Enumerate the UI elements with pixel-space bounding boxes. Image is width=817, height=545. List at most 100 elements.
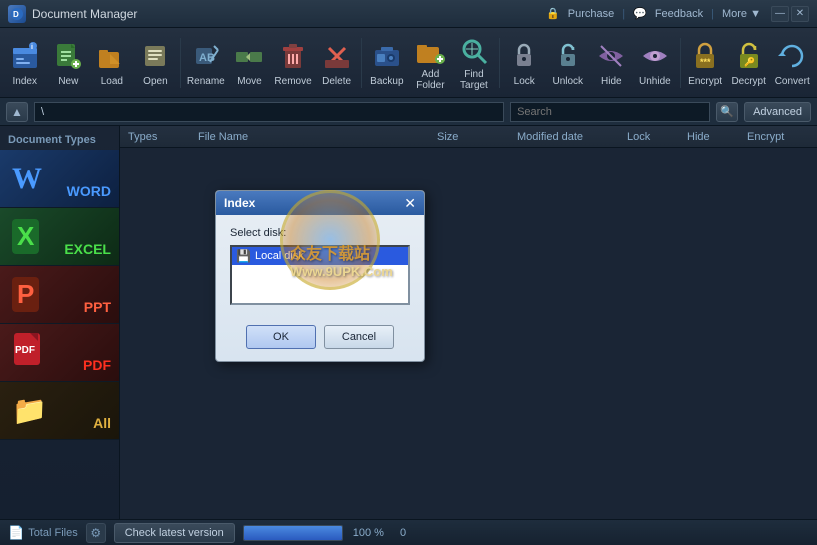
toolbar-unlock-button[interactable]: Unlock: [547, 31, 589, 95]
open-icon: [137, 38, 173, 74]
col-size: Size: [433, 131, 513, 143]
convert-label: Convert: [775, 76, 810, 87]
encrypt-icon: ***: [687, 38, 723, 74]
modal-title: Index: [224, 196, 255, 210]
load-icon: [94, 38, 130, 74]
move-label: Move: [237, 76, 261, 87]
move-icon: [231, 38, 267, 74]
disk-item-local[interactable]: 💾 Local disk: [232, 247, 408, 265]
modal-cancel-button[interactable]: Cancel: [324, 325, 394, 349]
toolbar-findtarget-button[interactable]: Find Target: [453, 31, 495, 95]
hide-icon: [593, 38, 629, 74]
sidebar-item-ppt[interactable]: P PPT: [0, 266, 119, 324]
remove-label: Remove: [274, 76, 311, 87]
unlock-icon: [550, 38, 586, 74]
modal-close-button[interactable]: ✕: [404, 196, 416, 210]
disk-listbox[interactable]: 💾 Local disk: [230, 245, 410, 305]
file-list-header: Types File Name Size Modified date Lock …: [120, 126, 817, 148]
decrypt-icon: 🔑: [731, 38, 767, 74]
svg-text:🔑: 🔑: [744, 56, 755, 68]
close-button[interactable]: ✕: [791, 6, 809, 22]
app-logo: D: [8, 5, 26, 23]
address-input[interactable]: [34, 102, 504, 122]
sidebar-item-pdf[interactable]: PDF PDF: [0, 324, 119, 382]
modal-buttons: OK Cancel: [216, 317, 424, 361]
sidebar-title: Document Types: [0, 126, 119, 150]
sidebar-item-word[interactable]: W WORD: [0, 150, 119, 208]
toolbar-encrypt-button[interactable]: *** Encrypt: [684, 31, 726, 95]
pdf-label: PDF: [83, 357, 111, 373]
purchase-link[interactable]: Purchase: [568, 8, 614, 20]
toolbar-addfolder-button[interactable]: Add Folder: [410, 31, 452, 95]
index-label: Index: [13, 76, 37, 87]
remove-icon: [275, 38, 311, 74]
drive-icon: 💾: [236, 249, 251, 263]
toolbar-load-button[interactable]: Load: [91, 31, 133, 95]
check-version-button[interactable]: Check latest version: [114, 523, 235, 543]
rename-icon: AB: [188, 38, 224, 74]
toolbar-delete-button[interactable]: Delete: [316, 31, 358, 95]
settings-button[interactable]: ⚙: [86, 523, 106, 543]
total-files-icon: 📄: [8, 525, 24, 541]
index-modal: Index ✕ Select disk: 💾 Local disk OK Can…: [215, 190, 425, 362]
toolbar-new-button[interactable]: New: [48, 31, 90, 95]
all-icon: 📁: [12, 394, 47, 427]
modal-body: Select disk: 💾 Local disk: [216, 215, 424, 317]
modal-ok-button[interactable]: OK: [246, 325, 316, 349]
progress-bar-fill: [244, 526, 342, 540]
disk-item-label: Local disk: [255, 250, 304, 262]
unlock-label: Unlock: [552, 76, 583, 87]
backup-icon: [369, 38, 405, 74]
toolbar-decrypt-button[interactable]: 🔑 Decrypt: [728, 31, 770, 95]
toolbar-remove-button[interactable]: Remove: [272, 31, 314, 95]
col-hide: Hide: [683, 131, 743, 143]
open-label: Open: [143, 76, 167, 87]
toolbar-rename-button[interactable]: AB Rename: [185, 31, 227, 95]
back-button[interactable]: ▲: [6, 102, 28, 122]
title-bar: D Document Manager 🔒 Purchase | 💬 Feedba…: [0, 0, 817, 28]
lock-label: Lock: [514, 76, 535, 87]
lock-icon: [506, 38, 542, 74]
pdf-icon: PDF: [12, 331, 42, 374]
toolbar-unhide-button[interactable]: Unhide: [634, 31, 676, 95]
toolbar-backup-button[interactable]: Backup: [366, 31, 408, 95]
new-icon: [50, 38, 86, 74]
word-icon: W: [12, 162, 42, 196]
toolbar-hide-button[interactable]: Hide: [591, 31, 633, 95]
toolbar-sep-2: [361, 38, 362, 88]
convert-icon: [774, 38, 810, 74]
toolbar-convert-button[interactable]: Convert: [771, 31, 813, 95]
unhide-label: Unhide: [639, 76, 671, 87]
delete-label: Delete: [322, 76, 351, 87]
toolbar: i Index New: [0, 28, 817, 98]
svg-text:D: D: [13, 10, 19, 19]
minimize-button[interactable]: —: [771, 6, 789, 22]
ppt-icon: P: [12, 277, 39, 312]
advanced-button[interactable]: Advanced: [744, 102, 811, 122]
excel-icon: X: [12, 219, 39, 254]
word-label: WORD: [67, 183, 111, 199]
rename-label: Rename: [187, 76, 225, 87]
sidebar-item-all[interactable]: 📁 All: [0, 382, 119, 440]
title-bar-actions: 🔒 Purchase | 💬 Feedback | More ▼: [546, 7, 761, 20]
toolbar-index-button[interactable]: i Index: [4, 31, 46, 95]
svg-text:PDF: PDF: [15, 345, 35, 356]
all-label: All: [93, 415, 111, 431]
hide-label: Hide: [601, 76, 622, 87]
toolbar-move-button[interactable]: Move: [229, 31, 271, 95]
sidebar-item-excel[interactable]: X EXCEL: [0, 208, 119, 266]
feedback-link[interactable]: Feedback: [655, 8, 703, 20]
addfolder-label: Add Folder: [412, 69, 450, 91]
backup-label: Backup: [370, 76, 403, 87]
file-count: 0: [400, 527, 406, 539]
toolbar-lock-button[interactable]: Lock: [503, 31, 545, 95]
encrypt-label: Encrypt: [688, 76, 722, 87]
toolbar-sep-4: [680, 38, 681, 88]
search-button[interactable]: 🔍: [716, 102, 738, 122]
delete-icon: [319, 38, 355, 74]
search-input[interactable]: [510, 102, 710, 122]
toolbar-open-button[interactable]: Open: [135, 31, 177, 95]
findtarget-icon: [456, 35, 492, 67]
col-filename: File Name: [194, 131, 433, 143]
more-button[interactable]: More ▼: [722, 8, 761, 20]
